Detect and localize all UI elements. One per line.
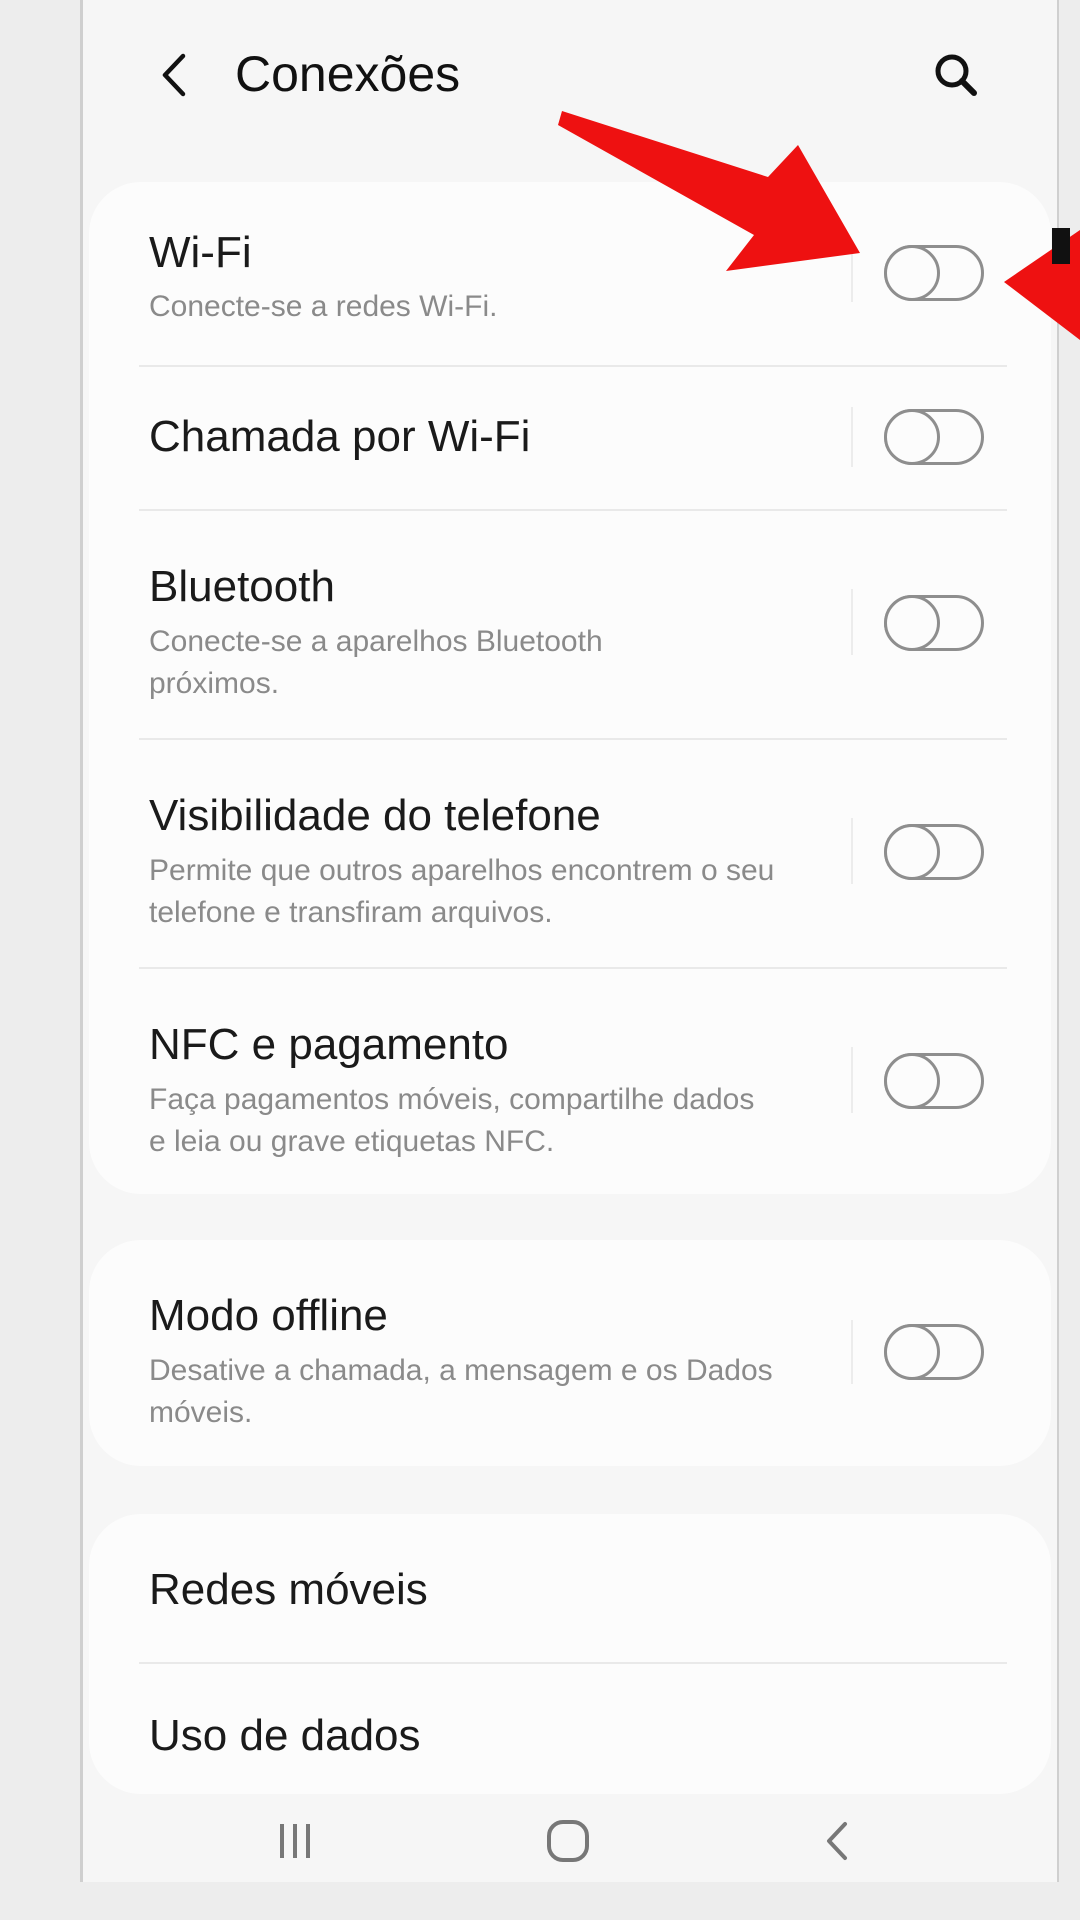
vertical-separator <box>851 818 853 884</box>
back-nav-button[interactable] <box>778 1800 898 1882</box>
setting-title: Redes móveis <box>149 1565 428 1614</box>
page-title: Conexões <box>235 46 461 102</box>
setting-title: Wi-Fi <box>149 228 252 277</box>
mobile-card: Redes móveis Uso de dados <box>89 1514 1051 1794</box>
setting-row-data-usage[interactable]: Uso de dados <box>89 1664 1051 1794</box>
setting-title: Visibilidade do telefone <box>149 791 601 840</box>
setting-title: Uso de dados <box>149 1711 421 1760</box>
setting-subtitle: Desative a chamada, a mensagem e os Dado… <box>149 1354 773 1429</box>
nfc-toggle[interactable] <box>884 1053 984 1109</box>
frame-edge <box>1052 228 1070 264</box>
wifi-calling-toggle[interactable] <box>884 409 984 465</box>
red-arrow-icon <box>558 111 860 271</box>
setting-row-mobile-networks[interactable]: Redes móveis <box>89 1514 1051 1662</box>
toggle-knob <box>884 245 940 301</box>
connections-card: Wi-Fi Conecte-se a redes Wi-Fi. Chamada … <box>89 182 1051 1194</box>
search-button[interactable] <box>921 40 991 110</box>
toggle-knob <box>884 409 940 465</box>
airplane-toggle[interactable] <box>884 1324 984 1380</box>
setting-title: Bluetooth <box>149 562 335 611</box>
setting-subtitle: Faça pagamentos móveis, compartilhe dado… <box>149 1083 755 1158</box>
bluetooth-toggle[interactable] <box>884 595 984 651</box>
toggle-knob <box>884 824 940 880</box>
vertical-separator <box>851 1320 853 1384</box>
recents-icon <box>280 1824 310 1858</box>
setting-row-wifi-calling[interactable]: Chamada por Wi-Fi <box>89 367 1051 507</box>
back-button[interactable] <box>145 40 205 110</box>
setting-title: NFC e pagamento <box>149 1020 509 1069</box>
vertical-separator <box>851 1047 853 1113</box>
setting-row-nfc[interactable]: NFC e pagamento Faça pagamentos móveis, … <box>89 969 1051 1194</box>
offline-card: Modo offline Desative a chamada, a mensa… <box>89 1240 1051 1466</box>
setting-row-phone-visibility[interactable]: Visibilidade do telefone Permite que out… <box>89 740 1051 966</box>
setting-title: Modo offline <box>149 1291 388 1340</box>
toggle-knob <box>884 1324 940 1380</box>
setting-subtitle: Conecte-se a aparelhos Bluetooth próximo… <box>149 625 603 700</box>
phone-screen: Conexões Wi-Fi Conecte-se a redes Wi-Fi.… <box>80 0 1059 1882</box>
chevron-left-icon <box>162 53 186 97</box>
setting-row-bluetooth[interactable]: Bluetooth Conecte-se a aparelhos Bluetoo… <box>89 511 1051 737</box>
vertical-separator <box>851 589 853 655</box>
setting-row-airplane[interactable]: Modo offline Desative a chamada, a mensa… <box>89 1240 1051 1466</box>
toggle-knob <box>884 595 940 651</box>
search-icon <box>935 54 977 96</box>
setting-subtitle: Permite que outros aparelhos encontrem o… <box>149 854 775 929</box>
back-nav-icon <box>827 1822 847 1860</box>
home-icon <box>547 1820 589 1862</box>
wifi-toggle[interactable] <box>884 245 984 301</box>
toggle-knob <box>884 1053 940 1109</box>
home-button[interactable] <box>508 1800 628 1882</box>
setting-subtitle: Conecte-se a redes Wi-Fi. <box>149 290 498 323</box>
recents-button[interactable] <box>235 1800 355 1882</box>
vertical-separator <box>851 407 853 467</box>
phone-visibility-toggle[interactable] <box>884 824 984 880</box>
navigation-bar <box>83 1800 1057 1882</box>
setting-title: Chamada por Wi-Fi <box>149 412 531 461</box>
